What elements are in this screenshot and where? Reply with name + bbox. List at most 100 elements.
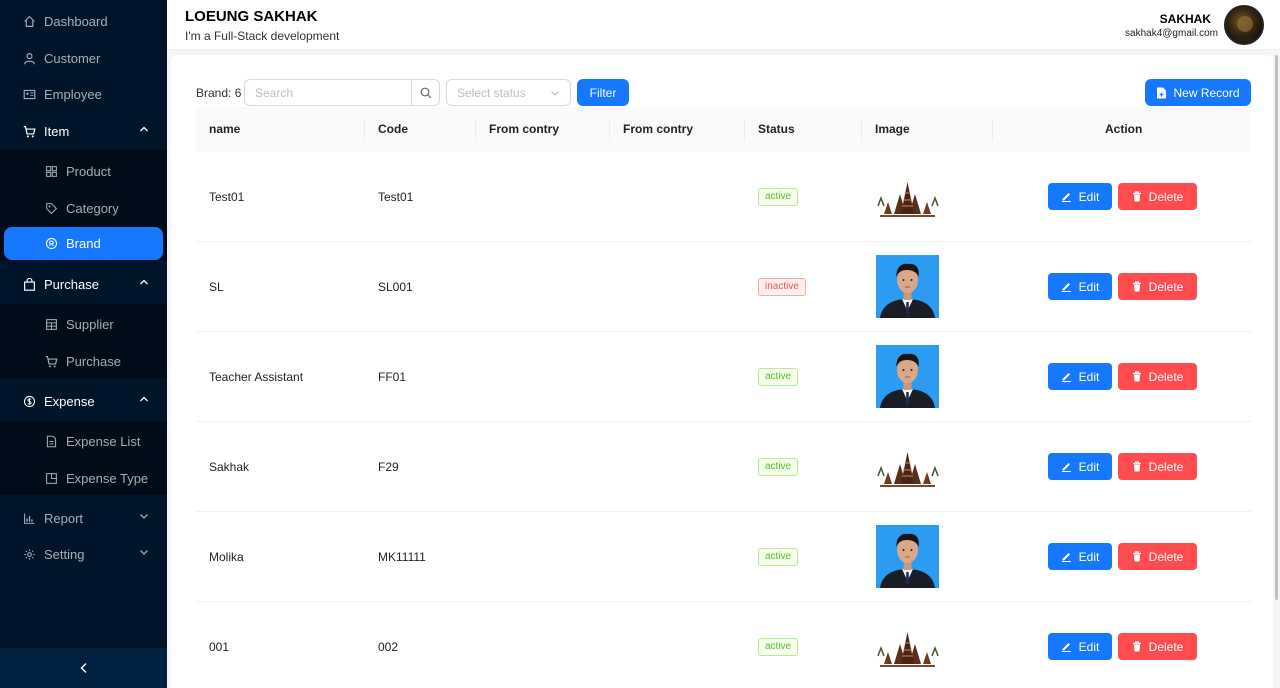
edit-button[interactable]: Edit	[1048, 453, 1112, 480]
cart-icon	[22, 124, 36, 138]
delete-label: Delete	[1148, 189, 1184, 204]
sidebar-item-supplier[interactable]: Supplier	[0, 306, 167, 342]
sidebar-item-label: Expense Type	[66, 470, 149, 486]
sidebar-item-item[interactable]: Item	[0, 113, 167, 149]
column-header-name[interactable]: name	[209, 122, 240, 136]
delete-button[interactable]: Delete	[1118, 363, 1197, 390]
row-image	[876, 345, 939, 408]
sidebar-item-setting[interactable]: Setting	[0, 536, 167, 572]
cell-code: SL001	[378, 280, 413, 294]
avatar-image	[1232, 16, 1259, 43]
sidebar-item-expense-type[interactable]: Expense Type	[0, 460, 167, 496]
search-icon	[420, 87, 431, 98]
sidebar-collapse-button[interactable]	[0, 648, 167, 688]
sidebar-item-dashboard[interactable]: Dashboard	[0, 3, 167, 39]
status-badge: active	[758, 548, 799, 566]
avatar[interactable]	[1224, 5, 1264, 45]
row-image	[876, 448, 939, 488]
sidebar-item-brand[interactable]: Brand	[4, 227, 163, 260]
sidebar-item-purchase-sub[interactable]: Purchase	[0, 343, 167, 379]
search-button[interactable]	[411, 80, 439, 105]
table-row: 001 002 active Edit Delete	[196, 602, 1251, 688]
home-icon	[22, 14, 36, 28]
delete-button[interactable]: Delete	[1118, 453, 1197, 480]
cell-code: Test01	[378, 190, 414, 204]
temple-image	[877, 182, 939, 217]
delete-icon	[1132, 641, 1141, 652]
delete-button[interactable]: Delete	[1118, 633, 1197, 660]
status-badge: active	[758, 188, 799, 206]
edit-button[interactable]: Edit	[1048, 183, 1112, 210]
chevron-down-icon	[551, 91, 559, 96]
sidebar-item-report[interactable]: Report	[0, 500, 167, 536]
cell-name: Teacher Assistant	[209, 370, 304, 384]
sidebar-item-customer[interactable]: Customer	[0, 40, 167, 76]
column-header-from-country-2[interactable]: From contry	[623, 122, 693, 136]
chevron-down-icon	[140, 550, 148, 555]
edit-button[interactable]: Edit	[1048, 633, 1112, 660]
delete-button[interactable]: Delete	[1118, 273, 1197, 300]
status-badge: inactive	[758, 278, 806, 296]
search-input[interactable]	[245, 80, 412, 105]
sidebar-item-expense-list[interactable]: Expense List	[0, 423, 167, 459]
edit-label: Edit	[1078, 369, 1100, 384]
sidebar: Dashboard Customer Employee Item Product…	[0, 0, 167, 688]
filter-button[interactable]: Filter	[577, 79, 629, 106]
column-header-status[interactable]: Status	[758, 122, 795, 136]
sidebar-item-product[interactable]: Product	[0, 153, 167, 189]
delete-icon	[1132, 551, 1141, 562]
delete-label: Delete	[1148, 369, 1184, 384]
table-row: Test01 Test01 active Edit Delete	[196, 152, 1251, 242]
setting-icon	[22, 547, 36, 561]
tag-icon	[44, 201, 58, 215]
column-divider	[609, 119, 610, 141]
registered-icon	[44, 237, 58, 251]
status-badge: active	[758, 638, 799, 656]
delete-button[interactable]: Delete	[1118, 183, 1197, 210]
delete-icon	[1132, 191, 1141, 202]
sidebar-item-label: Purchase	[66, 353, 121, 369]
edit-button[interactable]: Edit	[1048, 363, 1112, 390]
new-record-button[interactable]: New Record	[1145, 79, 1251, 106]
row-image	[876, 525, 939, 588]
column-divider	[992, 119, 993, 141]
cell-code: F29	[378, 460, 399, 474]
cell-name: Sakhak	[209, 460, 250, 474]
sidebar-item-label: Product	[66, 163, 111, 179]
cell-name: Molika	[209, 550, 244, 564]
delete-icon	[1132, 371, 1141, 382]
status-select-placeholder: Select status	[457, 86, 526, 100]
sidebar-item-label: Expense	[44, 393, 95, 409]
edit-button[interactable]: Edit	[1048, 543, 1112, 570]
column-header-from-country[interactable]: From contry	[489, 122, 559, 136]
new-record-label: New Record	[1173, 85, 1240, 100]
shop-icon	[44, 317, 58, 331]
column-header-action: Action	[1105, 122, 1143, 136]
user-email: sakhak4@gmail.com	[1125, 28, 1218, 39]
status-badge: active	[758, 368, 799, 386]
file-icon	[44, 434, 58, 448]
column-header-image[interactable]: Image	[875, 122, 910, 136]
page-scrollbar[interactable]	[1275, 55, 1278, 600]
cell-code: MK11111	[378, 550, 426, 564]
status-select[interactable]: Select status	[446, 79, 571, 106]
sidebar-item-employee[interactable]: Employee	[0, 76, 167, 112]
portrait-image	[876, 345, 939, 408]
sidebar-item-label: Employee	[44, 86, 102, 102]
edit-icon	[1061, 373, 1071, 382]
sidebar-item-category[interactable]: Category	[0, 190, 167, 226]
file-add-icon	[44, 471, 58, 485]
user-icon	[22, 51, 36, 65]
temple-image	[877, 632, 939, 667]
chevron-up-icon	[140, 396, 148, 402]
sidebar-item-expense[interactable]: Expense	[0, 383, 167, 419]
cell-name: SL	[209, 280, 224, 294]
temple-image	[877, 452, 939, 487]
sidebar-item-purchase[interactable]: Purchase	[0, 266, 167, 302]
table-row: Molika MK11111 active Edit Delete	[196, 512, 1251, 602]
edit-button[interactable]: Edit	[1048, 273, 1112, 300]
delete-button[interactable]: Delete	[1118, 543, 1197, 570]
column-header-code[interactable]: Code	[378, 122, 408, 136]
column-divider	[364, 119, 365, 141]
column-divider	[744, 119, 745, 141]
